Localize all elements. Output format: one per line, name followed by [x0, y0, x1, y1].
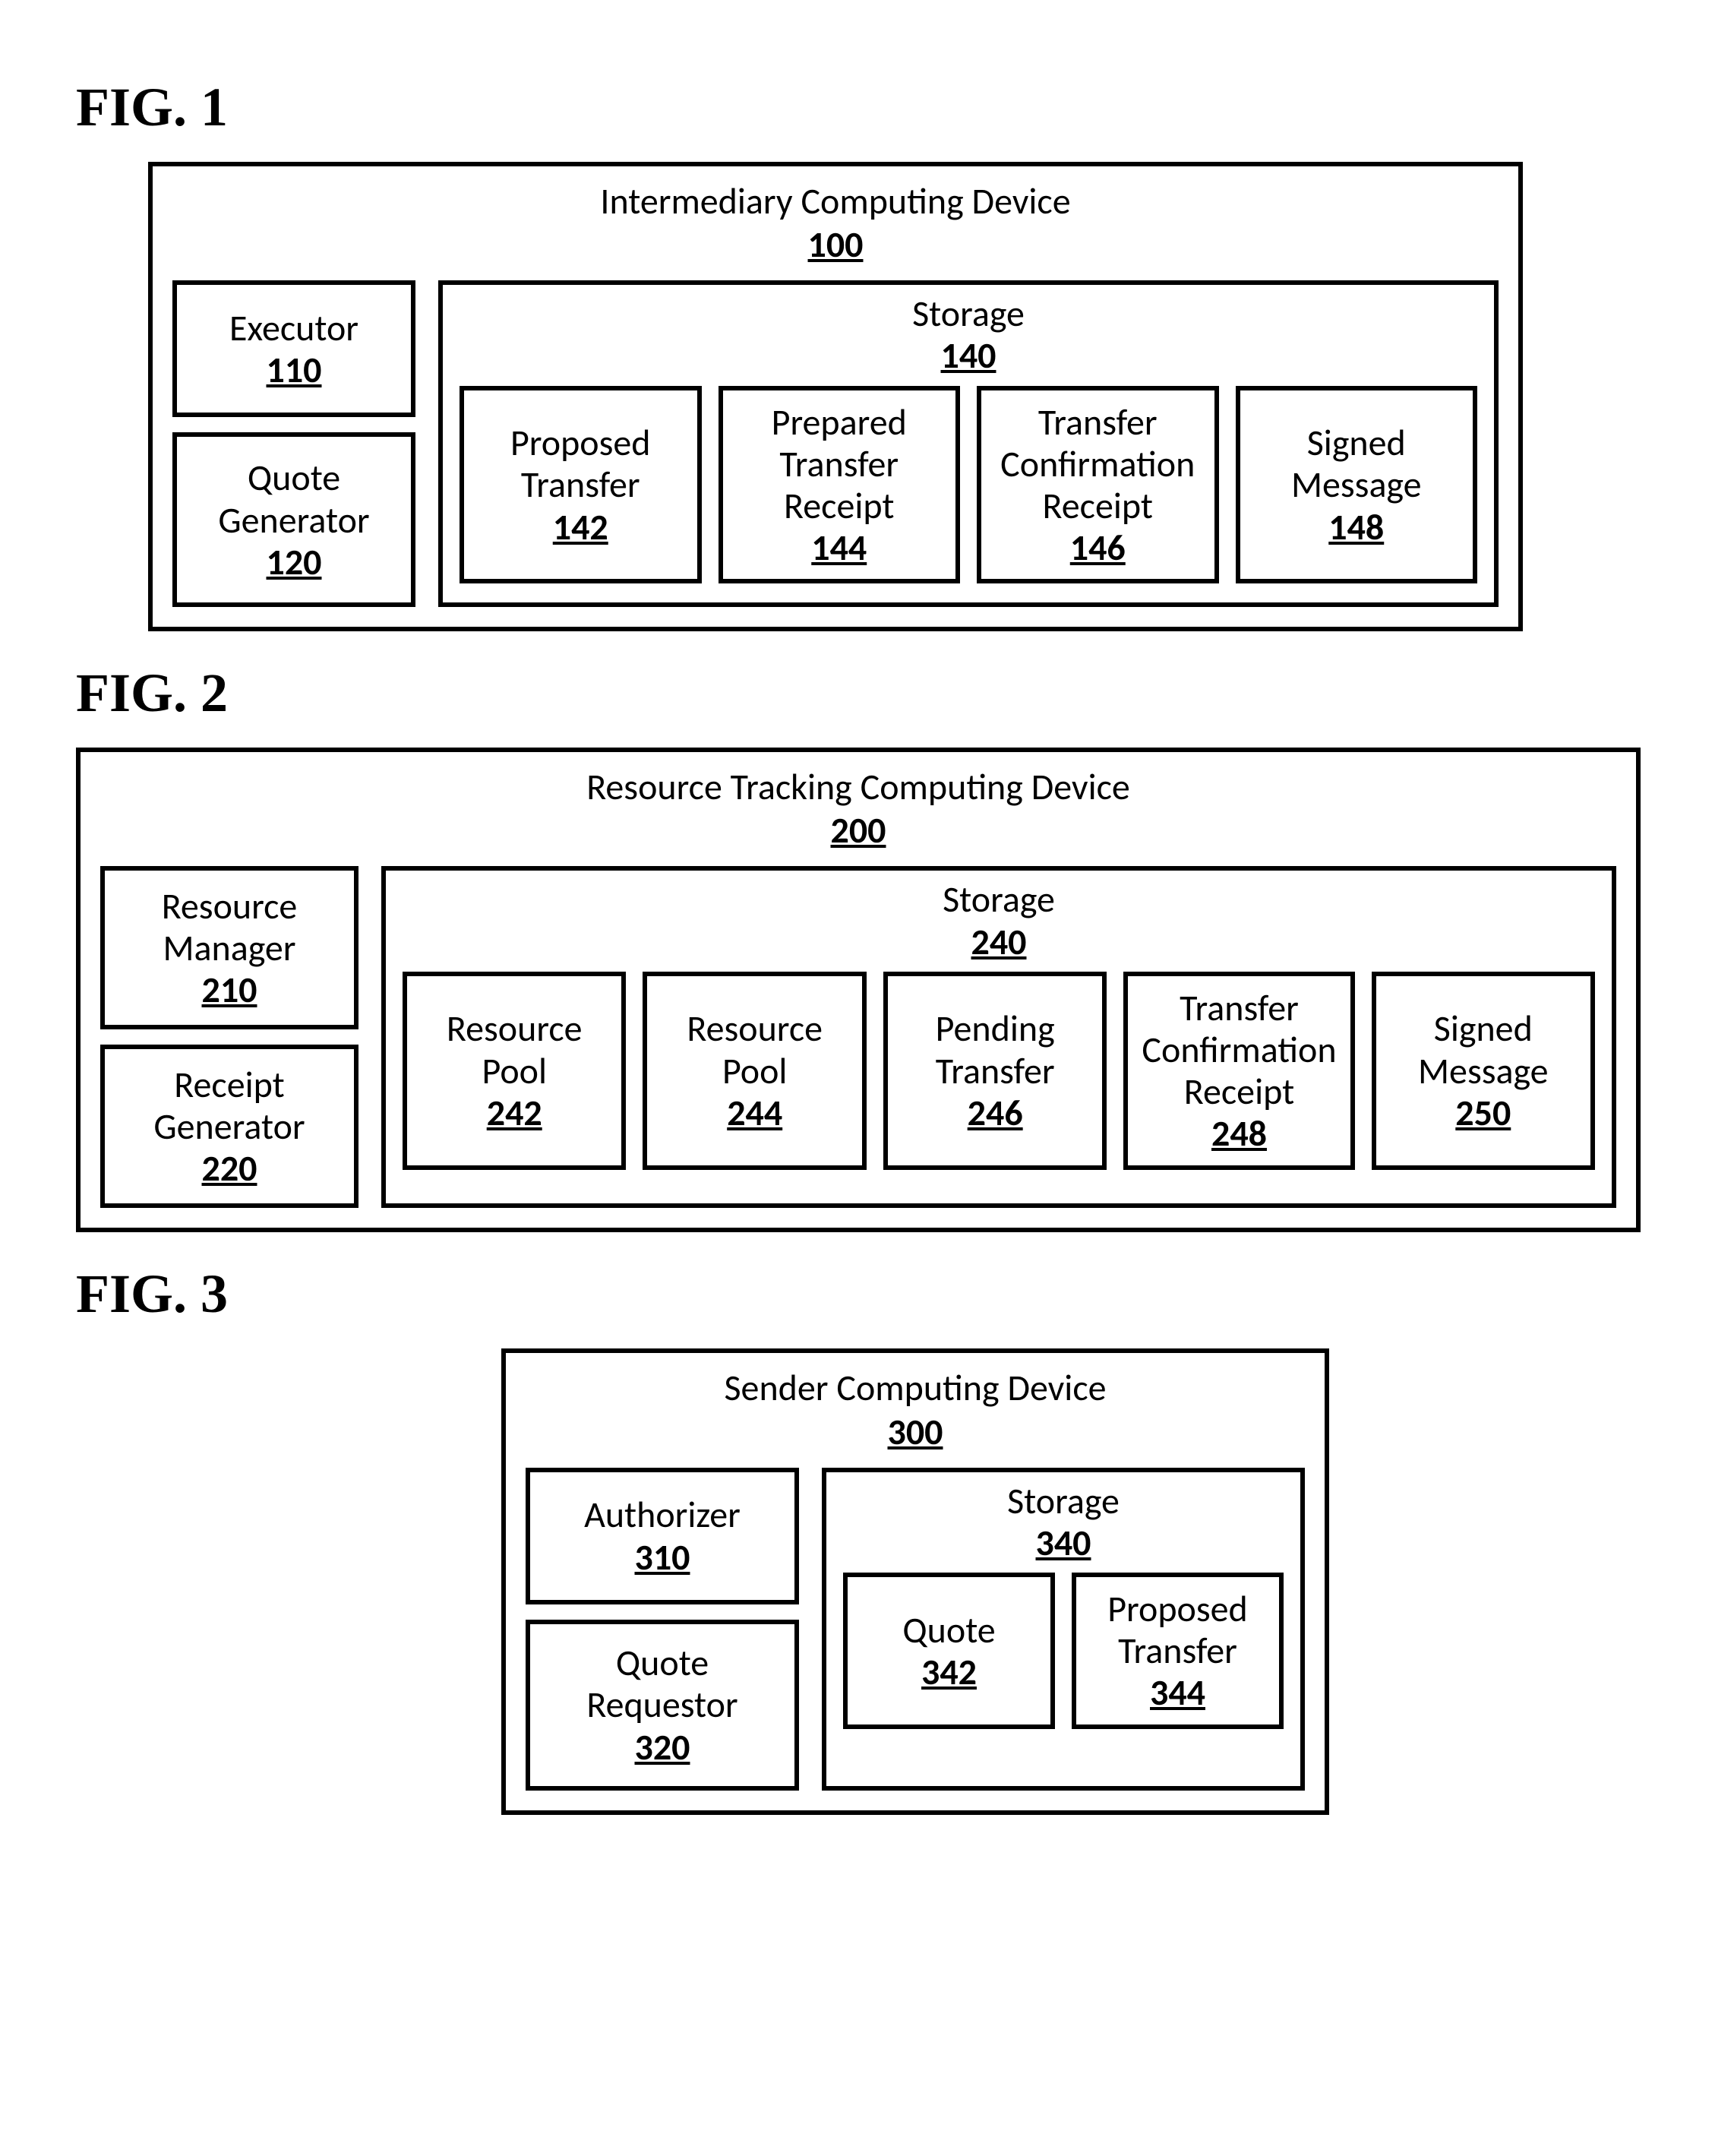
resource-pool-244-box: Resource Pool 244 [643, 972, 866, 1170]
quote-box: Quote 342 [843, 1573, 1055, 1729]
fig2-left-column: Resource Manager 210 Receipt Generator 2… [100, 866, 358, 1208]
box-title: Resource Pool [661, 1007, 848, 1091]
box-ref: 110 [267, 349, 322, 390]
fig2-outer-ref: 200 [100, 808, 1616, 852]
box-ref: 320 [635, 1726, 690, 1768]
box-ref: 342 [921, 1651, 977, 1693]
storage-title: Storage [460, 292, 1477, 334]
box-title: Quote Requestor [544, 1642, 781, 1725]
box-title: Resource Manager [118, 885, 340, 969]
box-ref: 148 [1328, 506, 1384, 548]
box-ref: 250 [1455, 1092, 1511, 1133]
box-ref: 146 [1070, 526, 1126, 568]
box-title: Pending Transfer [902, 1007, 1088, 1091]
figure-1-label: FIG. 1 [76, 76, 1639, 139]
fig1-intermediary-device: Intermediary Computing Device 100 Execut… [148, 162, 1523, 631]
box-ref: 120 [267, 541, 322, 583]
box-title: Authorizer [584, 1494, 741, 1535]
storage-ref: 140 [460, 334, 1477, 376]
proposed-transfer-box: Proposed Transfer 142 [460, 386, 702, 584]
signed-message-box: Signed Message 148 [1236, 386, 1478, 584]
box-ref: 210 [202, 969, 257, 1010]
fig1-storage: Storage 140 Proposed Transfer 142 Prepar… [438, 280, 1499, 607]
box-title: Quote Generator [191, 457, 397, 540]
pending-transfer-box: Pending Transfer 246 [883, 972, 1107, 1170]
quote-requestor-box: Quote Requestor 320 [526, 1620, 799, 1791]
fig3-outer-ref: 300 [526, 1409, 1305, 1454]
box-title: Executor [229, 307, 358, 349]
box-ref: 144 [811, 526, 867, 568]
box-title: Resource Pool [421, 1007, 608, 1091]
quote-generator-box: Quote Generator 120 [172, 432, 415, 607]
resource-manager-box: Resource Manager 210 [100, 866, 358, 1029]
box-ref: 242 [487, 1092, 542, 1133]
box-ref: 246 [968, 1092, 1023, 1133]
fig2-resource-tracking-device: Resource Tracking Computing Device 200 R… [76, 748, 1641, 1232]
transfer-confirmation-receipt-box: Transfer Confirmation Receipt 146 [977, 386, 1219, 584]
box-title: Transfer Confirmation Receipt [1142, 987, 1336, 1113]
fig3-outer-title: Sender Computing Device [526, 1367, 1305, 1408]
box-ref: 142 [553, 506, 608, 548]
box-title: Quote [902, 1609, 995, 1651]
box-title: Proposed Transfer [1090, 1588, 1265, 1671]
storage-ref: 240 [403, 921, 1595, 963]
box-ref: 344 [1150, 1671, 1205, 1713]
figure-2-label: FIG. 2 [76, 662, 1639, 725]
box-title: Prepared Transfer Receipt [737, 401, 943, 527]
fig1-outer-ref: 100 [172, 222, 1499, 267]
transfer-confirmation-receipt-box: Transfer Confirmation Receipt 248 [1123, 972, 1354, 1170]
box-title: Signed Message [1254, 422, 1460, 505]
executor-box: Executor 110 [172, 280, 415, 417]
fig1-left-column: Executor 110 Quote Generator 120 [172, 280, 415, 607]
resource-pool-242-box: Resource Pool 242 [403, 972, 626, 1170]
receipt-generator-box: Receipt Generator 220 [100, 1045, 358, 1208]
storage-title: Storage [403, 878, 1595, 920]
box-title: Signed Message [1390, 1007, 1577, 1091]
fig3-sender-device: Sender Computing Device 300 Authorizer 3… [501, 1348, 1329, 1814]
storage-ref: 340 [843, 1522, 1284, 1563]
box-title: Receipt Generator [118, 1064, 340, 1147]
proposed-transfer-box: Proposed Transfer 344 [1072, 1573, 1284, 1729]
box-ref: 220 [202, 1147, 257, 1189]
signed-message-box: Signed Message 250 [1372, 972, 1595, 1170]
fig2-storage: Storage 240 Resource Pool 242 Resource P… [381, 866, 1616, 1208]
box-ref: 310 [635, 1536, 690, 1578]
prepared-transfer-receipt-box: Prepared Transfer Receipt 144 [719, 386, 961, 584]
figure-3-label: FIG. 3 [76, 1263, 1639, 1326]
fig3-storage: Storage 340 Quote 342 Proposed Transfer … [822, 1468, 1305, 1791]
box-title: Proposed Transfer [478, 422, 684, 505]
fig3-left-column: Authorizer 310 Quote Requestor 320 [526, 1468, 799, 1791]
box-title: Transfer Confirmation Receipt [995, 401, 1201, 527]
storage-title: Storage [843, 1480, 1284, 1522]
box-ref: 244 [727, 1092, 782, 1133]
box-ref: 248 [1211, 1112, 1267, 1154]
fig1-outer-title: Intermediary Computing Device [172, 180, 1499, 222]
fig2-outer-title: Resource Tracking Computing Device [100, 766, 1616, 808]
authorizer-box: Authorizer 310 [526, 1468, 799, 1604]
